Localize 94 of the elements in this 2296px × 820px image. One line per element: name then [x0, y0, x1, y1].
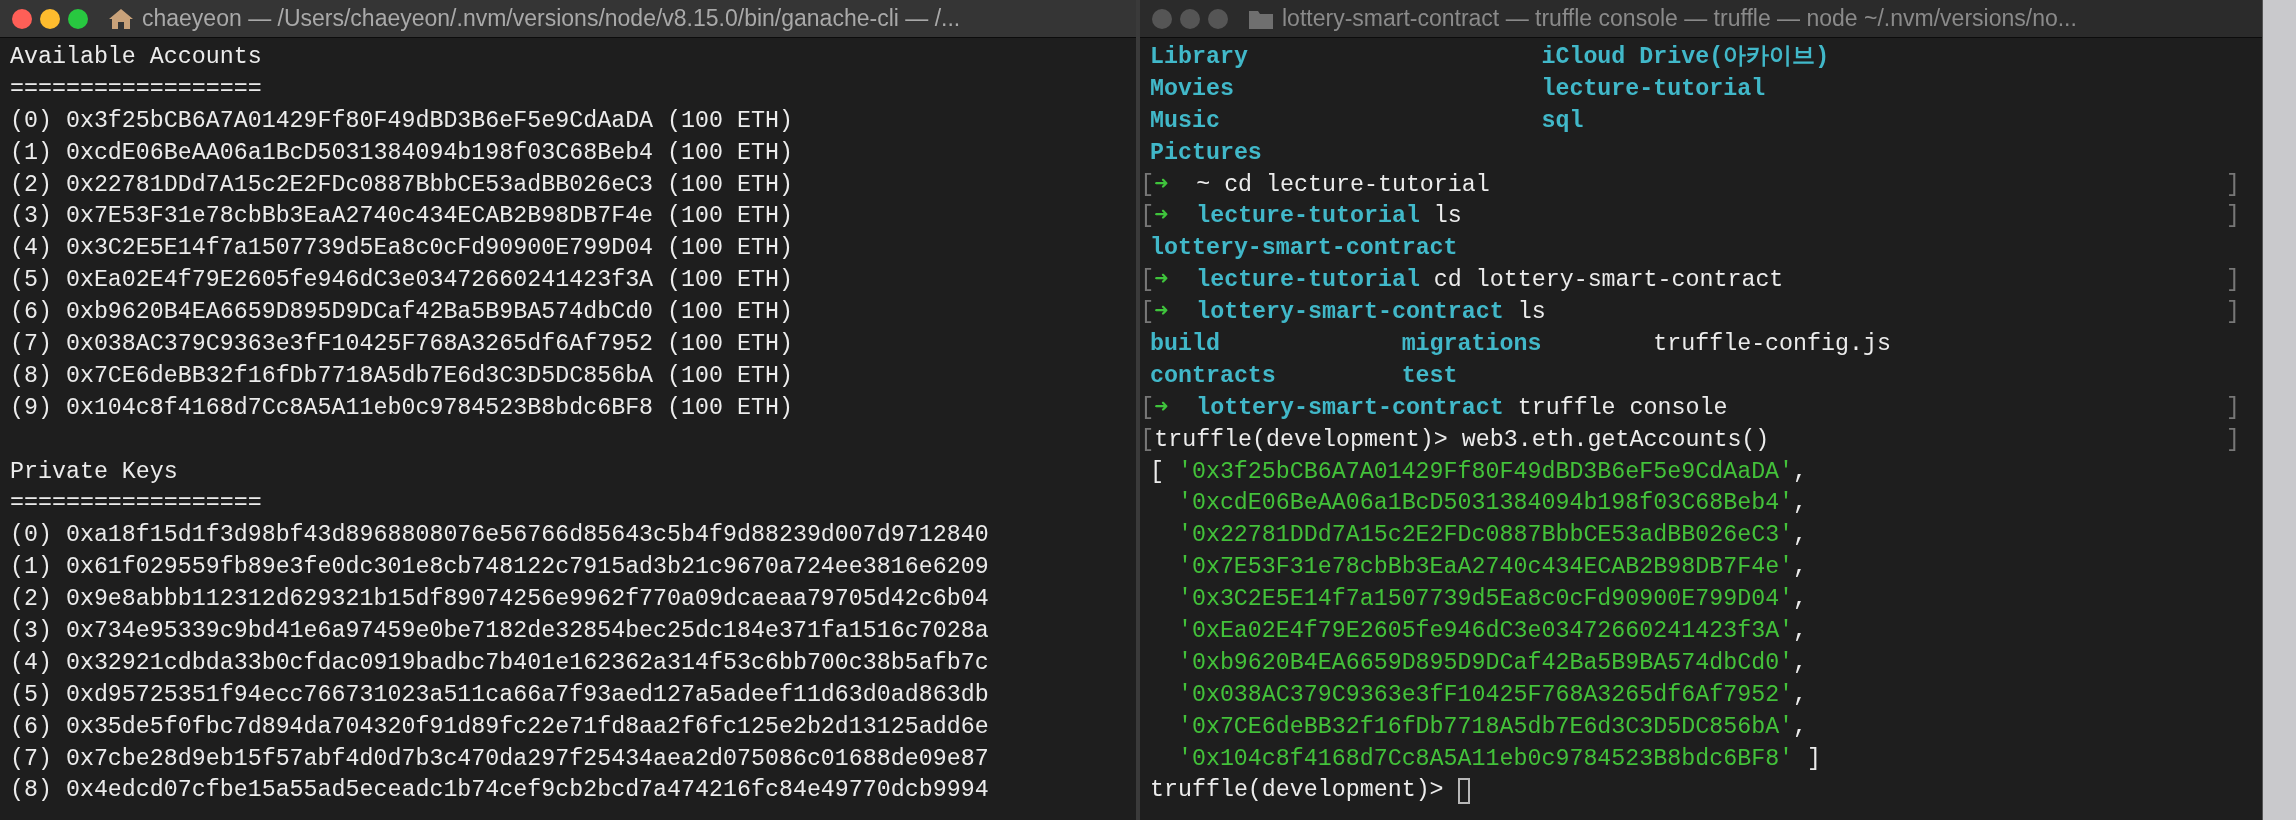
terminal-text: (2) 0x22781DDd7A15c2E2FDc0887BbbCE53adBB026eC3 (100 ETH) — [10, 170, 793, 200]
terminal-text: (7) 0x038AC379C9363e3fF10425F768A3265df6Af7952 (100 ETH) — [10, 330, 793, 359]
directory-name: Music — [1150, 107, 1220, 134]
terminal-text: , — [1793, 585, 1808, 615]
terminal-text: [ — [1150, 457, 1164, 487]
address-string: '0x22781DDd7A15c2E2FDc0887BbbCE53adBB026eC3' — [1177, 521, 1794, 551]
terminal-text: (7) 0x7cbe28d9eb15f57abf4d0d7b3c470da297f25434aea2d075086c01688de09e87 — [10, 744, 989, 774]
terminal-text: ================== — [10, 489, 262, 519]
address-string: '0xEa02E4f79E2605fe946dC3e03472660241423f3A' — [1177, 617, 1794, 647]
terminal-text: ] — [1807, 744, 1822, 774]
directory-name: test — [1401, 362, 1458, 389]
terminal-text: , — [1793, 521, 1808, 551]
line-marker: ] — [2226, 425, 2240, 455]
directory-name: lecture-tutorial — [1196, 266, 1420, 296]
terminal-text: Private Keys — [10, 457, 178, 487]
terminal-text: , — [1793, 680, 1808, 710]
terminal-text: (3) 0x734e95339c9bd41e6a97459e0be7182de32854bec25dc184e371fa1516c7028a — [10, 617, 989, 647]
directory-name: sql — [1541, 107, 1584, 134]
line-marker: [ — [1140, 170, 1155, 200]
directory-name: build — [1150, 331, 1220, 357]
directory-name: Pictures — [1150, 139, 1262, 166]
terminal-text: truffle(development)> — [1150, 776, 1444, 806]
prompt-arrow: ➜ — [1154, 298, 1169, 328]
terminal-text: , — [1793, 617, 1808, 647]
terminal-text: cd lecture-tutorial — [1224, 170, 1490, 200]
minimize-button[interactable] — [40, 8, 60, 29]
text-cursor — [1457, 778, 1471, 805]
terminal-text: (0) 0x3f25bCB6A7A01429Ff80F49dBD3B6eF5e9CdAaDA (100 ETH) — [10, 106, 793, 136]
terminal-text: (9) 0x104c8f4168d7Cc8A5A11eb0c9784523B8bdc6BF8 (100 ETH) — [10, 393, 793, 423]
terminal-text: ls — [1433, 202, 1462, 232]
directory-name: iCloud Drive(아카이브) — [1541, 44, 1830, 70]
prompt-arrow: ➜ — [1154, 393, 1169, 423]
line-marker: ] — [2226, 202, 2240, 232]
address-string: '0x3C2E5E14f7a1507739d5Ea8c0cFd90900E799D04' — [1177, 585, 1794, 615]
zoom-button[interactable] — [68, 8, 88, 29]
line-marker: [ — [1140, 393, 1155, 423]
address-string: '0x3f25bCB6A7A01429Ff80F49dBD3B6eF5e9CdAaDA' — [1177, 457, 1794, 487]
prompt-arrow: ➜ — [1154, 266, 1169, 296]
close-button[interactable] — [12, 8, 32, 29]
directory-name: contracts — [1150, 362, 1276, 389]
directory-name: migrations — [1401, 331, 1542, 357]
terminal-text: truffle console — [1517, 393, 1728, 423]
terminal-text: (6) 0xb9620B4EA6659D895D9DCaf42Ba5B9BA574dbCd0 (100 ETH) — [10, 298, 793, 328]
prompt-arrow: ➜ — [1154, 170, 1169, 200]
terminal-text: (8) 0x7CE6deBB32f16fDb7718A5db7E6d3C3D5DC856bA (100 ETH) — [10, 361, 793, 391]
terminal-text: ~ — [1196, 170, 1211, 200]
terminal-text: , — [1793, 553, 1808, 583]
terminal-text: ================== — [10, 74, 262, 104]
terminal-text: (5) 0xd95725351f94ecc766731023a511ca66a7f93aed127a5adeef11d63d0ad863db — [10, 680, 989, 710]
directory-name: Movies — [1150, 75, 1234, 102]
home-icon — [108, 7, 134, 30]
directory-name: lecture-tutorial — [1541, 75, 1766, 102]
line-marker: [ — [1140, 425, 1155, 455]
directory-name: lottery-smart-contract — [1150, 234, 1458, 264]
terminal-text: Available Accounts — [10, 43, 262, 72]
prompt-arrow: ➜ — [1154, 202, 1169, 232]
terminal-text: , — [1793, 648, 1808, 678]
directory-name: lottery-smart-contract — [1196, 393, 1504, 423]
terminal-text: (1) 0x61f029559fb89e3fe0dc301e8cb748122c7915ad3b21c9670a724ee3816e6209 — [10, 553, 989, 583]
address-string: '0x7CE6deBB32f16fDb7718A5db7E6d3C3D5DC856bA' — [1177, 712, 1794, 742]
directory-name: lottery-smart-contract — [1196, 298, 1504, 328]
line-marker: ] — [2226, 170, 2240, 200]
line-marker: [ — [1140, 266, 1155, 296]
address-string: '0x038AC379C9363e3fF10425F768A3265df6Af7952' — [1177, 680, 1794, 710]
terminal-text: , — [1793, 457, 1808, 487]
terminal-text: (1) 0xcdE06BeAA06a1BcD5031384094b198f03C68Beb4 (100 ETH) — [10, 138, 793, 168]
window-title: chaeyeon — /Users/chaeyeon/.nvm/versions/node/v8.15.0/bin/ganache-cli — /... — [142, 5, 961, 32]
line-marker: ] — [2226, 298, 2240, 328]
terminal-text: (0) 0xa18f15d1f3d98bf43d8968808076e56766d85643c5b4f9d88239d007d9712840 — [10, 521, 989, 551]
terminal-text: truffle(development)> — [1154, 425, 1448, 455]
terminal-text: , — [1793, 712, 1808, 742]
terminal-text: truffle-config.js — [1653, 331, 1891, 357]
address-string: '0xb9620B4EA6659D895D9DCaf42Ba5B9BA574dbCd0' — [1177, 648, 1794, 678]
directory-name: lecture-tutorial — [1196, 202, 1420, 232]
terminal-text: (8) 0x4edcd07cfbe15a55ad5eceadc1b74cef9cb2bcd7a474216fc84e49770dcb9994 — [10, 776, 989, 806]
terminal-text: ls — [1517, 298, 1546, 328]
terminal-text: (5) 0xEa02E4f79E2605fe946dC3e03472660241423f3A (100 ETH) — [10, 266, 793, 296]
terminal-text: (4) 0x3C2E5E14f7a1507739d5Ea8c0cFd90900E799D04 (100 ETH) — [10, 234, 793, 264]
window-title: lottery-smart-contract — truffle console — truffle — node ~/.nvm/versions/no... — [1282, 5, 2077, 32]
terminal-text: , — [1793, 489, 1808, 519]
directory-name: Library — [1150, 44, 1248, 70]
terminal-text: (6) 0x35de5f0fbc7d894da704320f91d89fc22e71fd8aa2f6fc125e2b2d13125add6e — [10, 712, 989, 742]
address-string: '0xcdE06BeAA06a1BcD5031384094b198f03C68Beb4' — [1177, 489, 1794, 519]
terminal-text: (3) 0x7E53F31e78cbBb3EaA2740c434ECAB2B98DB7F4e (100 ETH) — [10, 202, 793, 232]
terminal-text: (2) 0x9e8abbb112312d629321b15df89074256e9962f770a09dcaeaa79705d42c6b04 — [10, 585, 989, 615]
line-marker: [ — [1140, 298, 1155, 328]
line-marker: ] — [2226, 393, 2240, 423]
address-string: '0x7E53F31e78cbBb3EaA2740c434ECAB2B98DB7F4e' — [1177, 553, 1794, 583]
line-marker: [ — [1140, 202, 1155, 232]
terminal-text: cd lottery-smart-contract — [1433, 266, 1784, 296]
address-string: '0x104c8f4168d7Cc8A5A11eb0c9784523B8bdc6BF8' — [1177, 744, 1794, 774]
terminal-text: (4) 0x32921cdbda33b0cfdac0919badbc7b401e162362a314f53c6bb700c38b5afb7c — [10, 648, 989, 678]
terminal-text: web3.eth.getAccounts() — [1461, 425, 1770, 455]
line-marker: ] — [2226, 266, 2240, 296]
